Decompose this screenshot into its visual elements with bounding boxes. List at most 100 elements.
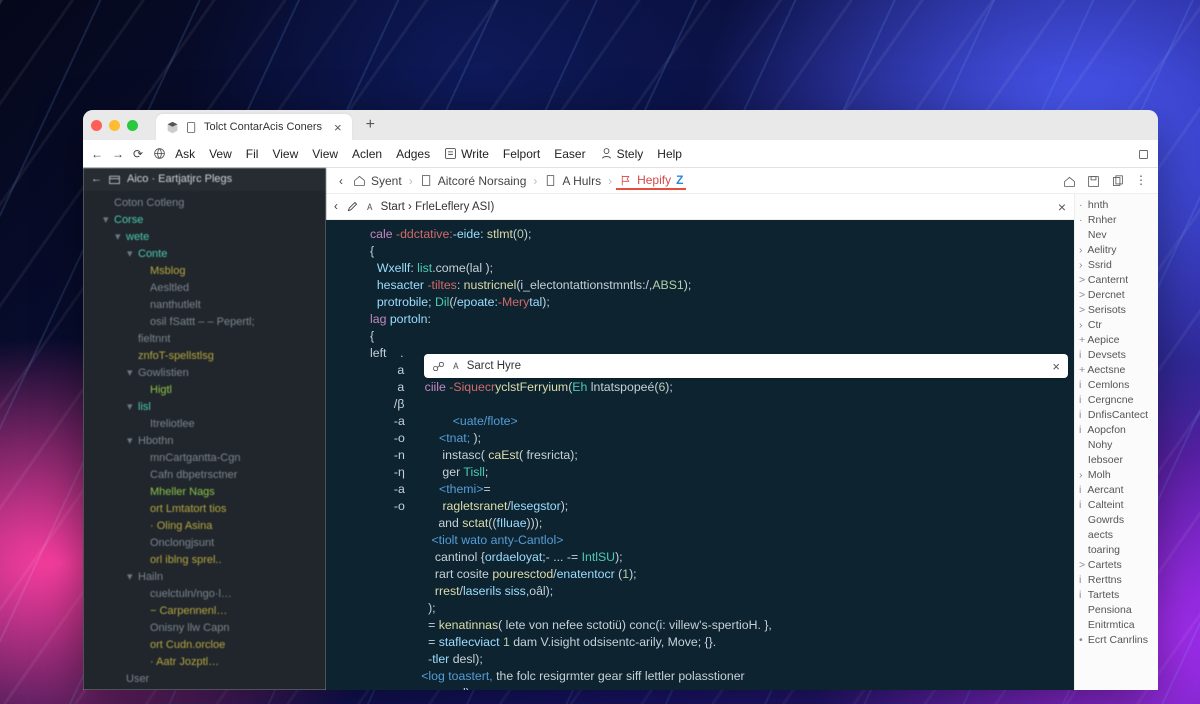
outline-item[interactable]: › Aelitry	[1079, 243, 1154, 258]
tree-item[interactable]: osil fSattt – – Pepertl;	[95, 314, 326, 331]
tree-item[interactable]: Gnellv Curtielll.A tisg pre	[95, 688, 326, 690]
nav-reload-icon[interactable]: ⟳	[133, 147, 143, 161]
tree-item[interactable]: ▾Corse	[95, 212, 326, 229]
outline-item[interactable]: i DnfisCantect	[1079, 408, 1154, 423]
menu-ask[interactable]: Ask	[170, 145, 200, 163]
tree-item[interactable]: orl iblng sprel..	[95, 552, 326, 569]
tree-item[interactable]: ▾lisl	[95, 399, 326, 416]
tree-item[interactable]: Msblog	[95, 263, 326, 280]
tree-item[interactable]: ▾Hailn	[95, 569, 326, 586]
tree-item[interactable]: Cafn dbpetrsctner	[95, 467, 326, 484]
breadcrumb-back-icon[interactable]: ‹	[332, 174, 350, 188]
outline-item[interactable]: › Molh	[1079, 468, 1154, 483]
menu-felport[interactable]: Felport	[498, 145, 545, 163]
outline-item[interactable]: > Serisots	[1079, 303, 1154, 318]
overflow-button[interactable]	[1137, 146, 1150, 160]
outline-item[interactable]: Gowrds	[1079, 513, 1154, 528]
outline-item[interactable]: + Aepice	[1079, 333, 1154, 348]
nav-forward-icon[interactable]: →	[112, 147, 124, 161]
outline-item[interactable]: Nohy	[1079, 438, 1154, 453]
window-close[interactable]	[91, 120, 102, 131]
code-editor[interactable]: cale -ddctative:-eide: stlmt(0);{ Wxellf…	[326, 220, 1074, 690]
tree-item[interactable]: Aesltled	[95, 280, 326, 297]
outline-pane[interactable]: · hnth· Rnher Nev› Aelitry› Ssrid> Cante…	[1074, 194, 1158, 690]
outline-item[interactable]: › Ctr	[1079, 318, 1154, 333]
editor-close-icon[interactable]: ×	[1058, 199, 1066, 215]
crumb-1[interactable]: Syent	[350, 172, 405, 190]
tree-item[interactable]: Itreliotlee	[95, 416, 326, 433]
outline-item[interactable]: i Cemlons	[1079, 378, 1154, 393]
tree-item[interactable]: ort Lmtatort tios	[95, 501, 326, 518]
outline-item[interactable]: • Ecrt Canrlins	[1079, 633, 1154, 648]
crumb-4[interactable]: Hepify Z	[616, 171, 686, 190]
outline-item[interactable]: > Canternt	[1079, 273, 1154, 288]
outline-item[interactable]: aects	[1079, 528, 1154, 543]
outline-item[interactable]: i Aercant	[1079, 483, 1154, 498]
menu-easer[interactable]: Easer	[549, 145, 590, 163]
action-home-icon[interactable]	[1062, 173, 1076, 187]
tree-item[interactable]: Coton Cotleng	[95, 195, 326, 212]
action-copy-icon[interactable]	[1110, 173, 1124, 187]
tree-item[interactable]: fieltnnt	[95, 331, 326, 348]
window-maximize[interactable]	[127, 120, 138, 131]
tree-item[interactable]: Mheller Nags	[95, 484, 326, 501]
menu-fil[interactable]: Fil	[241, 145, 264, 163]
tree-item[interactable]: User	[95, 671, 326, 688]
tree-item[interactable]: Onisny llw Capn	[95, 620, 326, 637]
new-tab-button[interactable]: +	[360, 116, 381, 134]
action-save-icon[interactable]	[1086, 173, 1100, 187]
outline-item[interactable]: Enitrmtica	[1079, 618, 1154, 633]
tree-item[interactable]: ▾wete	[95, 229, 326, 246]
tab-close-icon[interactable]: ×	[334, 120, 342, 135]
outline-item[interactable]: · hnth	[1079, 198, 1154, 213]
tree-item[interactable]: · Aatr Jozptl…	[95, 654, 326, 671]
tree-item[interactable]: znfoT-spellstlsg	[95, 348, 326, 365]
action-more-icon[interactable]: ⋮	[1134, 173, 1148, 187]
outline-item[interactable]: i Aopcfon	[1079, 423, 1154, 438]
menu-view1[interactable]: View	[267, 145, 303, 163]
inline-search-bar[interactable]: ᴀ Sarct Hyre ×	[424, 354, 1068, 378]
sidebar-header[interactable]: ← Aico · Eartjatjrc Plegs	[83, 168, 326, 191]
window-minimize[interactable]	[109, 120, 120, 131]
file-tree[interactable]: Coton Cotleng▾Corse▾wete▾ConteMsblogAesl…	[83, 191, 326, 690]
inline-search-close-icon[interactable]: ×	[1052, 359, 1060, 374]
tree-item[interactable]: ▾Hbothn	[95, 433, 326, 450]
outline-item[interactable]: > Cartets	[1079, 558, 1154, 573]
menu-vew[interactable]: Vew	[204, 145, 237, 163]
tree-item[interactable]: nanthutlelt	[95, 297, 326, 314]
tree-item[interactable]: ort Cudn.orcloe	[95, 637, 326, 654]
editor-back-icon[interactable]: ‹	[334, 201, 338, 213]
outline-item[interactable]: > Dercnet	[1079, 288, 1154, 303]
outline-item[interactable]: · Rnher	[1079, 213, 1154, 228]
tree-item[interactable]: Higtl	[95, 382, 326, 399]
menu-stely[interactable]: Stely	[595, 145, 649, 163]
crumb-2[interactable]: Aitcoré Norsaing	[417, 172, 530, 190]
outline-item[interactable]: toaring	[1079, 543, 1154, 558]
outline-item[interactable]: i Devsets	[1079, 348, 1154, 363]
menu-aclen[interactable]: Aclen	[347, 145, 387, 163]
tree-item[interactable]: · Oling Asina	[95, 518, 326, 535]
outline-item[interactable]: i Cergncne	[1079, 393, 1154, 408]
outline-item[interactable]: i Calteint	[1079, 498, 1154, 513]
sidebar-back-icon[interactable]: ←	[91, 173, 102, 185]
menu-write[interactable]: Write	[439, 145, 494, 163]
crumb-3[interactable]: A Hulrs	[541, 172, 604, 190]
menu-adges[interactable]: Adges	[391, 145, 435, 163]
outline-item[interactable]: › Ssrid	[1079, 258, 1154, 273]
tree-item[interactable]: ▾Gowlistien	[95, 365, 326, 382]
tree-item[interactable]: ▾Conte	[95, 246, 326, 263]
tree-item[interactable]: Onclongjsunt	[95, 535, 326, 552]
outline-item[interactable]: Iebsoer	[1079, 453, 1154, 468]
outline-item[interactable]: i Tartets	[1079, 588, 1154, 603]
menu-help[interactable]: Help	[652, 145, 687, 163]
outline-item[interactable]: Nev	[1079, 228, 1154, 243]
tree-item[interactable]: mnCartgantta-Cgn	[95, 450, 326, 467]
tree-item[interactable]: cuelctuln/ngo·l…	[95, 586, 326, 603]
tree-item[interactable]: − Carpennenl…	[95, 603, 326, 620]
outline-item[interactable]: Pensiona	[1079, 603, 1154, 618]
browser-tab[interactable]: Tolct ContarAcis Coners ×	[156, 114, 352, 140]
outline-item[interactable]: + Aectsne	[1079, 363, 1154, 378]
nav-back-icon[interactable]: ←	[91, 147, 103, 161]
menu-view2[interactable]: View	[307, 145, 343, 163]
outline-item[interactable]: i Rerttns	[1079, 573, 1154, 588]
